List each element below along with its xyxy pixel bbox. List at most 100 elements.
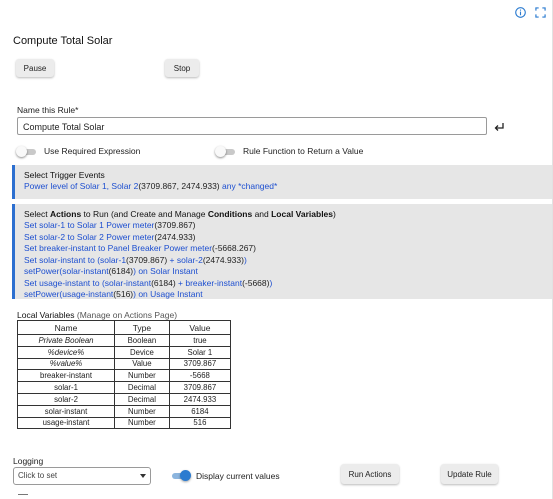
logging-select-value: Click to set (18, 471, 58, 480)
action-value: (6184) (108, 266, 134, 276)
variable-type-cell: Number (114, 404, 170, 418)
action-item[interactable]: Set solar-instant to (solar-1(3709.867) … (24, 255, 552, 267)
table-row: breaker-instant Number -5668 (17, 369, 232, 383)
variable-value-cell: 516 (168, 416, 232, 430)
trigger-event-value: (3709.867, 2474.933) (138, 181, 220, 191)
action-value: (3709.867) (154, 220, 196, 230)
local-variables-table: Name Type Value Private Boolean Boolean tr… (17, 320, 232, 430)
trigger-events-panel: Select Trigger Events Power level of Sol… (12, 165, 552, 199)
trigger-event-line[interactable]: Power level of Solar 1, Solar 2(3709.867… (24, 181, 552, 193)
action-list: Set solar-1 to Solar 1 Power meter(3709.… (24, 220, 552, 301)
actions-panel: Select Actions to Run (and Create and Ma… (12, 204, 552, 299)
variable-name-cell: Private Boolean (17, 334, 115, 347)
action-text: setPower(solar-instant (24, 266, 109, 276)
table-row: solar-2 Decimal 2474.933 (17, 392, 232, 406)
actions-heading[interactable]: Select Actions to Run (and Create and Ma… (24, 209, 552, 219)
variable-type-cell: Value (114, 357, 170, 371)
column-header-type: Type (114, 320, 170, 335)
action-value: (3709.867) (126, 254, 168, 265)
expand-icon[interactable] (534, 6, 546, 18)
variable-name-cell: %device% (17, 345, 115, 359)
required-expression-toggle[interactable] (16, 146, 36, 157)
trigger-event-suffix: any *changed* (219, 181, 278, 191)
action-text: ) on Usage Instant (133, 289, 203, 299)
action-item[interactable]: Set solar-2 to Solar 2 Power meter(2474.… (24, 232, 552, 244)
table-row: %device% Device Solar 1 (17, 345, 232, 359)
table-row: solar-instant Number 6184 (17, 404, 232, 418)
variable-type-cell: Decimal (114, 392, 170, 406)
action-text: ) on Solar Instant (133, 266, 198, 276)
local-variables-title: Local Variables (17, 310, 75, 320)
action-text: Set breaker-instant to Panel Breaker Pow… (24, 243, 213, 253)
rule-name-input[interactable]: Compute Total Solar (17, 117, 487, 135)
action-text: Set solar-1 to Solar 1 Power meter (24, 220, 155, 230)
table-row: Private Boolean Boolean true (17, 334, 232, 347)
action-item[interactable]: setPower(usage-instant(516)) on Usage In… (24, 289, 552, 301)
action-text: Set usage-instant to (solar-instant (24, 277, 152, 288)
logging-label: Logging (13, 456, 44, 466)
variable-value-cell: true (168, 334, 232, 347)
column-header-value: Value (168, 320, 232, 335)
actions-heading-text: ) (333, 209, 336, 219)
action-value: (-5668.267) (212, 243, 256, 253)
local-variables-subtitle: (Manage on Actions Page) (74, 310, 178, 320)
actions-heading-text: and (252, 209, 272, 219)
display-values-label: Display current values (196, 471, 280, 481)
table-row: solar-1 Decimal 3709.867 (17, 381, 232, 394)
variable-name-cell: breaker-instant (17, 369, 115, 383)
variable-value-cell: 3709.867 (168, 357, 232, 371)
variable-name-cell: solar-1 (17, 381, 115, 394)
table-header-row: Name Type Value (17, 320, 232, 335)
actions-heading-bold: Local Variables (271, 209, 334, 219)
action-value: (2474.933) (154, 231, 196, 242)
variable-type-cell: Boolean (114, 334, 170, 347)
action-value: (6184) (151, 277, 176, 288)
action-item[interactable]: Set solar-1 to Solar 1 Power meter(3709.… (24, 220, 552, 232)
enter-icon[interactable] (493, 121, 505, 133)
info-icon[interactable] (514, 6, 526, 18)
rule-page: Compute Total Solar Pause Stop Name this… (0, 0, 553, 499)
pause-button[interactable]: Pause (16, 59, 54, 77)
variable-name-cell: solar-2 (17, 392, 115, 406)
action-item[interactable]: Set usage-instant to (solar-instant(6184… (24, 278, 552, 290)
trigger-event-text: Power level of Solar 1, Solar 2 (24, 181, 139, 191)
variable-name-cell: %value% (17, 357, 115, 371)
action-value: (2474.933) (202, 254, 244, 265)
action-value: (-5668) (242, 277, 270, 288)
stop-button[interactable]: Stop (165, 59, 199, 77)
action-value: (516) (113, 289, 134, 299)
variable-type-cell: Number (114, 369, 170, 383)
variable-name-cell: solar-instant (17, 404, 115, 418)
action-text: ) (269, 277, 273, 288)
trigger-events-heading[interactable]: Select Trigger Events (24, 170, 552, 180)
action-item[interactable]: setPower(solar-instant(6184)) on Solar I… (24, 266, 552, 278)
update-rule-button[interactable]: Update Rule (441, 464, 498, 484)
action-text: + breaker-instant (175, 277, 243, 288)
action-item[interactable]: Set breaker-instant to Panel Breaker Pow… (24, 243, 552, 255)
rule-function-label: Rule Function to Return a Value (243, 146, 364, 156)
table-row: %value% Value 3709.867 (17, 357, 232, 371)
action-text: Set solar-2 to Solar 2 Power meter (24, 231, 155, 242)
action-text: setPower(usage-instant (24, 289, 114, 299)
variable-value-cell: 2474.933 (168, 392, 232, 406)
action-text: Set solar-instant to (solar-1 (24, 254, 127, 265)
required-expression-label: Use Required Expression (44, 146, 141, 156)
logging-select[interactable]: Click to set (13, 467, 151, 485)
variable-type-cell: Device (114, 345, 170, 359)
run-actions-button[interactable]: Run Actions (341, 464, 399, 484)
actions-heading-text: Select (24, 209, 50, 219)
rule-function-toggle[interactable] (215, 146, 235, 157)
actions-heading-text: to Run (and Create and Manage (81, 209, 208, 219)
actions-heading-bold: Conditions (207, 209, 253, 219)
header-icons (514, 6, 546, 18)
action-text: ) (243, 254, 247, 265)
variable-value-cell: 6184 (168, 404, 232, 418)
variable-type-cell: Number (114, 416, 170, 430)
column-header-name: Name (17, 320, 115, 335)
display-values-toggle[interactable] (170, 470, 191, 481)
divider (18, 494, 28, 498)
action-text: + solar-2 (167, 254, 203, 265)
actions-heading-bold: Actions (50, 209, 82, 219)
variable-value-cell: -5668 (168, 369, 232, 383)
page-title: Compute Total Solar (13, 35, 113, 47)
